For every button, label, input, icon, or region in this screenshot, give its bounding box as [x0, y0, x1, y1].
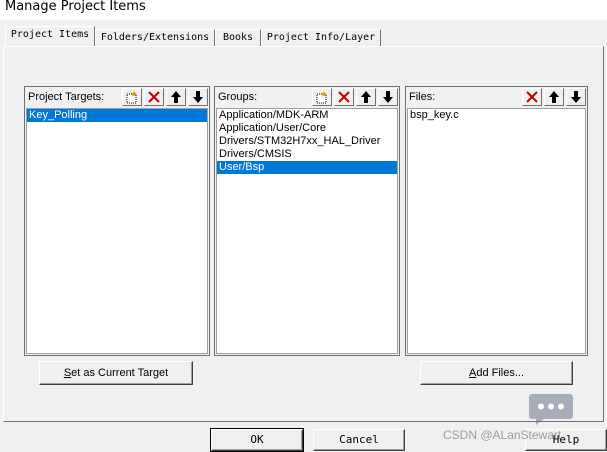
new-item-icon [126, 91, 137, 104]
move-file-down-button[interactable] [566, 88, 586, 106]
watermark-text: CSDN @ALanStewart [443, 428, 562, 442]
set-current-target-button[interactable]: Set as Current Target [39, 361, 193, 385]
move-group-down-button[interactable] [378, 88, 398, 106]
title-bar: Manage Project Items [0, 0, 607, 20]
move-file-up-button[interactable] [544, 88, 564, 106]
tab-strip: Project Items Folders/Extensions Books P… [3, 26, 603, 48]
tab-books[interactable]: Books [215, 29, 261, 46]
files-panel: Files: bsp_key.c [405, 86, 588, 356]
project-targets-list[interactable]: Key_Polling [26, 108, 208, 354]
move-group-up-button[interactable] [356, 88, 376, 106]
tab-project-info-layer[interactable]: Project Info/Layer [261, 29, 381, 46]
arrow-down-icon [193, 91, 203, 103]
arrow-up-icon [171, 91, 181, 103]
groups-list[interactable]: Application/MDK-ARM Application/User/Cor… [216, 108, 398, 354]
new-target-button[interactable] [122, 88, 142, 106]
project-targets-toolbar [120, 88, 208, 106]
groups-label: Groups: [218, 91, 258, 103]
window-title: Manage Project Items [5, 0, 146, 14]
groups-toolbar [310, 88, 398, 106]
arrow-down-icon [383, 91, 393, 103]
project-targets-header: Project Targets: [25, 87, 209, 107]
arrow-down-icon [571, 91, 581, 103]
files-toolbar [520, 88, 586, 106]
chat-bubble-icon [529, 394, 573, 425]
move-target-down-button[interactable] [188, 88, 208, 106]
move-target-up-button[interactable] [166, 88, 186, 106]
list-item[interactable]: bsp_key.c [408, 109, 585, 122]
arrow-up-icon [361, 91, 371, 103]
files-label: Files: [409, 91, 436, 103]
delete-target-button[interactable] [144, 88, 164, 106]
files-header: Files: [406, 87, 587, 107]
list-item[interactable]: Application/MDK-ARM [217, 109, 397, 122]
delete-icon [148, 91, 160, 103]
ok-button[interactable]: OK [210, 428, 304, 452]
delete-icon [526, 91, 538, 103]
set-target-label: et as Current Target [71, 367, 169, 379]
tab-project-items[interactable]: Project Items [5, 26, 95, 46]
new-item-icon [316, 91, 327, 104]
delete-file-button[interactable] [522, 88, 542, 106]
list-item[interactable]: Drivers/CMSIS [217, 148, 397, 161]
project-targets-label: Project Targets: [28, 91, 105, 103]
list-item[interactable]: User/Bsp [217, 161, 397, 174]
new-group-button[interactable] [312, 88, 332, 106]
cancel-button[interactable]: Cancel [313, 429, 405, 451]
add-files-label: dd Files... [476, 367, 525, 379]
tab-folders-extensions[interactable]: Folders/Extensions [95, 29, 215, 46]
add-files-button[interactable]: Add Files... [420, 361, 573, 385]
files-list[interactable]: bsp_key.c [407, 108, 586, 354]
list-item[interactable]: Key_Polling [27, 109, 207, 122]
groups-panel: Groups: Application/MDK-ARM Application/… [214, 86, 400, 356]
list-item[interactable]: Application/User/Core [217, 122, 397, 135]
delete-group-button[interactable] [334, 88, 354, 106]
groups-header: Groups: [215, 87, 399, 107]
list-item[interactable]: Drivers/STM32H7xx_HAL_Driver [217, 135, 397, 148]
delete-icon [338, 91, 350, 103]
project-targets-panel: Project Targets: Key_Polling [24, 86, 210, 356]
arrow-up-icon [549, 91, 559, 103]
